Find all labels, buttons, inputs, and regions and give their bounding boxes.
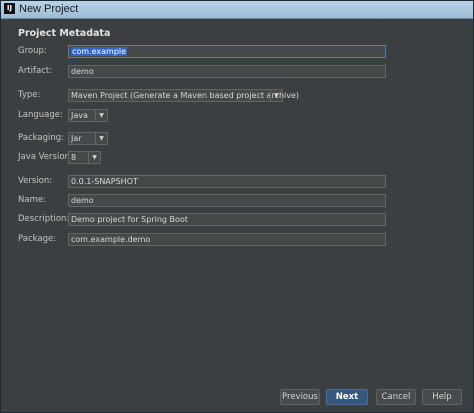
type-select[interactable]: Maven Project (Generate a Maven based pr… (68, 89, 299, 102)
package-label: Package: (18, 234, 57, 244)
group-value: com.example (71, 47, 128, 56)
artifact-field[interactable]: demo (68, 65, 386, 78)
chevron-down-icon: ▼ (95, 110, 107, 121)
cancel-button[interactable]: Cancel (376, 389, 416, 405)
chevron-down-icon: ▼ (270, 90, 282, 101)
packaging-value: Jar (71, 134, 82, 143)
help-button[interactable]: Help (422, 389, 462, 405)
section-title: Project Metadata (18, 28, 111, 39)
chevron-down-icon: ▼ (88, 152, 100, 163)
group-label: Group: (18, 46, 47, 56)
chevron-down-icon: ▼ (95, 133, 107, 144)
name-field[interactable]: demo (68, 194, 386, 207)
version-label: Version: (18, 176, 53, 186)
artifact-label: Artifact: (18, 66, 53, 76)
packaging-label: Packaging: (18, 133, 65, 143)
java-version-label: Java Version: (18, 152, 73, 162)
type-value: Maven Project (Generate a Maven based pr… (71, 91, 300, 100)
previous-button[interactable]: Previous (280, 389, 320, 405)
type-label: Type: (18, 90, 41, 100)
next-button[interactable]: Next (326, 389, 368, 405)
intellij-app-icon: IJ (4, 3, 15, 14)
description-label: Description: (18, 214, 70, 224)
version-field[interactable]: 0.0.1-SNAPSHOT (68, 175, 386, 188)
new-project-dialog: IJ New Project Project Metadata Group: c… (0, 0, 474, 413)
packaging-select[interactable]: Jar ▼ (68, 132, 108, 145)
java-version-value: 8 (71, 153, 77, 162)
group-field[interactable]: com.example (68, 45, 386, 58)
description-field[interactable]: Demo project for Spring Boot (68, 213, 386, 226)
language-label: Language: (18, 110, 63, 120)
name-label: Name: (18, 195, 46, 205)
window-title: New Project (19, 3, 79, 15)
java-version-select[interactable]: 8 ▼ (68, 151, 101, 164)
language-value: Java (71, 111, 88, 120)
language-select[interactable]: Java ▼ (68, 109, 108, 122)
title-bar[interactable]: IJ New Project (1, 1, 473, 19)
package-field[interactable]: com.example.demo (68, 233, 386, 246)
